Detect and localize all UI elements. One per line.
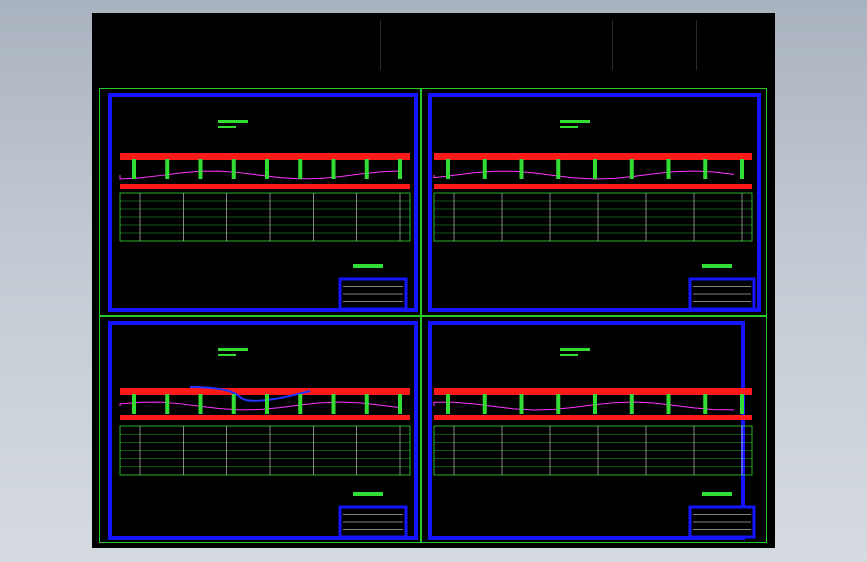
- station-marker: [398, 394, 402, 414]
- title-block-text: [560, 354, 578, 356]
- station-marker: [446, 159, 450, 179]
- station-marker: [132, 394, 136, 414]
- station-marker: [265, 394, 269, 414]
- station-marker: [593, 159, 597, 179]
- profile-line: [433, 401, 735, 411]
- station-marker: [132, 159, 136, 179]
- sheet-cell-3[interactable]: [99, 316, 421, 543]
- station-marker: [666, 159, 671, 179]
- station-marker: [231, 159, 236, 179]
- station-marker: [629, 159, 634, 179]
- ground-band: [434, 415, 752, 420]
- station-marker: [519, 394, 524, 414]
- profile-drawing: [433, 120, 756, 311]
- title-block-text: [218, 120, 248, 123]
- ground-band: [120, 184, 410, 189]
- station-marker: [703, 159, 708, 179]
- top-guide-line: [696, 20, 697, 70]
- title-block-text: [218, 348, 248, 351]
- station-marker: [740, 394, 744, 414]
- sheet-cell-2[interactable]: [421, 88, 767, 316]
- station-marker: [165, 394, 170, 414]
- profile-drawing: [119, 348, 411, 539]
- station-marker: [198, 394, 203, 414]
- ground-band: [434, 388, 752, 395]
- top-guide-line: [380, 20, 381, 70]
- station-marker: [298, 394, 303, 414]
- note-text: [702, 264, 732, 268]
- station-marker: [298, 159, 303, 179]
- ground-band: [434, 184, 752, 189]
- note-text: [353, 492, 383, 496]
- station-marker: [740, 159, 744, 179]
- station-marker: [231, 394, 236, 414]
- station-marker: [198, 159, 203, 179]
- station-marker: [165, 159, 170, 179]
- station-marker: [482, 159, 487, 179]
- sheet-cell-1[interactable]: [99, 88, 421, 316]
- profile-line: [119, 170, 401, 180]
- station-marker: [398, 159, 402, 179]
- station-marker: [331, 159, 336, 179]
- top-guide-line: [612, 20, 613, 70]
- title-block-text: [560, 120, 590, 123]
- title-block-text: [218, 354, 236, 356]
- station-marker: [629, 394, 634, 414]
- station-marker: [331, 394, 336, 414]
- station-marker: [593, 394, 597, 414]
- ground-band: [120, 415, 410, 420]
- profile-line: [119, 401, 401, 411]
- title-block-text: [218, 126, 236, 128]
- station-marker: [265, 159, 269, 179]
- station-marker: [364, 159, 369, 179]
- cad-viewport[interactable]: [92, 13, 775, 548]
- station-marker: [446, 394, 450, 414]
- profile-drawing: [433, 348, 756, 539]
- ground-band: [120, 388, 410, 395]
- profile-drawing: [119, 120, 411, 311]
- note-text: [702, 492, 732, 496]
- sheet-cell-4[interactable]: [421, 316, 767, 543]
- station-marker: [556, 159, 561, 179]
- station-marker: [703, 394, 708, 414]
- note-text: [353, 264, 383, 268]
- station-marker: [519, 159, 524, 179]
- station-marker: [482, 394, 487, 414]
- station-marker: [666, 394, 671, 414]
- profile-line: [433, 170, 735, 180]
- station-marker: [556, 394, 561, 414]
- ground-band: [434, 153, 752, 160]
- title-block-text: [560, 126, 578, 128]
- station-marker: [364, 394, 369, 414]
- title-block-text: [560, 348, 590, 351]
- ground-band: [120, 153, 410, 160]
